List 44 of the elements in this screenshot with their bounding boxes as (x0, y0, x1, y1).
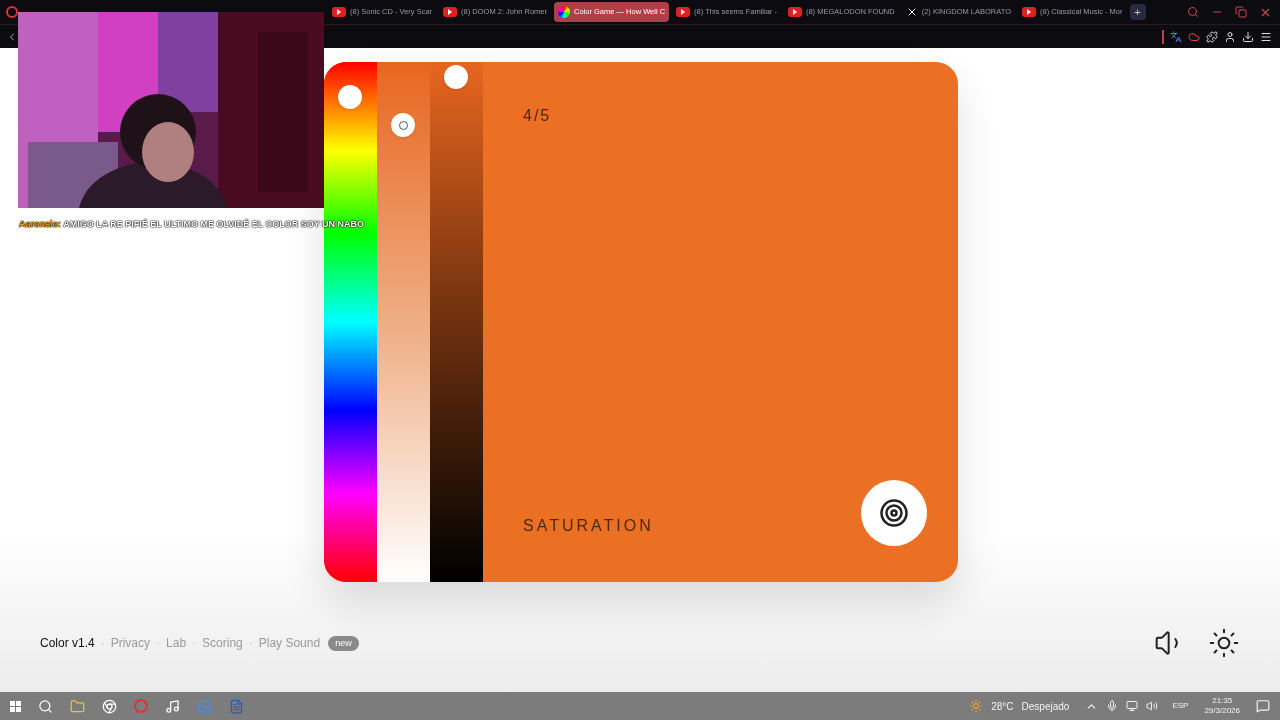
mode-label: SATURATION (523, 516, 654, 536)
separator-dot: · (192, 635, 197, 652)
chrome-icon[interactable] (102, 698, 117, 714)
network-icon[interactable] (1126, 700, 1139, 712)
new-badge: new (328, 635, 359, 651)
play-icon (787, 7, 802, 17)
play-icon (332, 7, 346, 17)
separator-dot: · (156, 635, 161, 652)
search-icon[interactable] (1187, 6, 1199, 18)
separator-dot: · (100, 635, 105, 652)
windows-icon[interactable] (10, 700, 21, 712)
separator-dot: · (248, 635, 253, 652)
music-icon[interactable] (165, 698, 180, 714)
slider-thumb[interactable] (338, 85, 362, 109)
saturation-slider[interactable] (377, 62, 430, 582)
sun-icon[interactable] (1208, 627, 1240, 659)
search-icon[interactable] (38, 698, 53, 714)
lightness-slider[interactable] (430, 62, 483, 582)
footer-link[interactable]: Color v1.4 (40, 634, 95, 652)
extensions-icon[interactable] (1206, 30, 1218, 43)
microphone-icon[interactable] (1106, 700, 1119, 712)
folder-icon[interactable] (70, 698, 85, 714)
clock[interactable]: 21:35 29/3/2026 (1204, 696, 1240, 716)
cloud-icon[interactable] (1188, 30, 1200, 43)
restore-icon[interactable] (1235, 6, 1247, 18)
new-tab-button[interactable]: + (1129, 4, 1146, 20)
slider-thumb[interactable] (391, 113, 415, 137)
volume-icon[interactable] (1146, 700, 1159, 712)
weather-icon (969, 699, 984, 713)
translate-icon[interactable] (1170, 30, 1182, 43)
language-indicator[interactable]: ESP (1172, 700, 1189, 712)
play-icon (443, 7, 458, 17)
download-icon[interactable] (1242, 30, 1254, 43)
play-icon (676, 7, 691, 17)
weather-condition: Despejado (1021, 699, 1070, 714)
temperature: 28°C (991, 699, 1014, 714)
notification-icon[interactable] (1256, 699, 1270, 713)
color-wheel-icon (557, 6, 570, 18)
target-icon (879, 498, 909, 528)
round-counter: 4/5 (523, 106, 553, 126)
profile-icon[interactable] (1224, 30, 1236, 43)
slider-thumb[interactable] (444, 65, 468, 89)
menu-icon[interactable] (1260, 30, 1272, 43)
play-icon (1022, 7, 1036, 17)
